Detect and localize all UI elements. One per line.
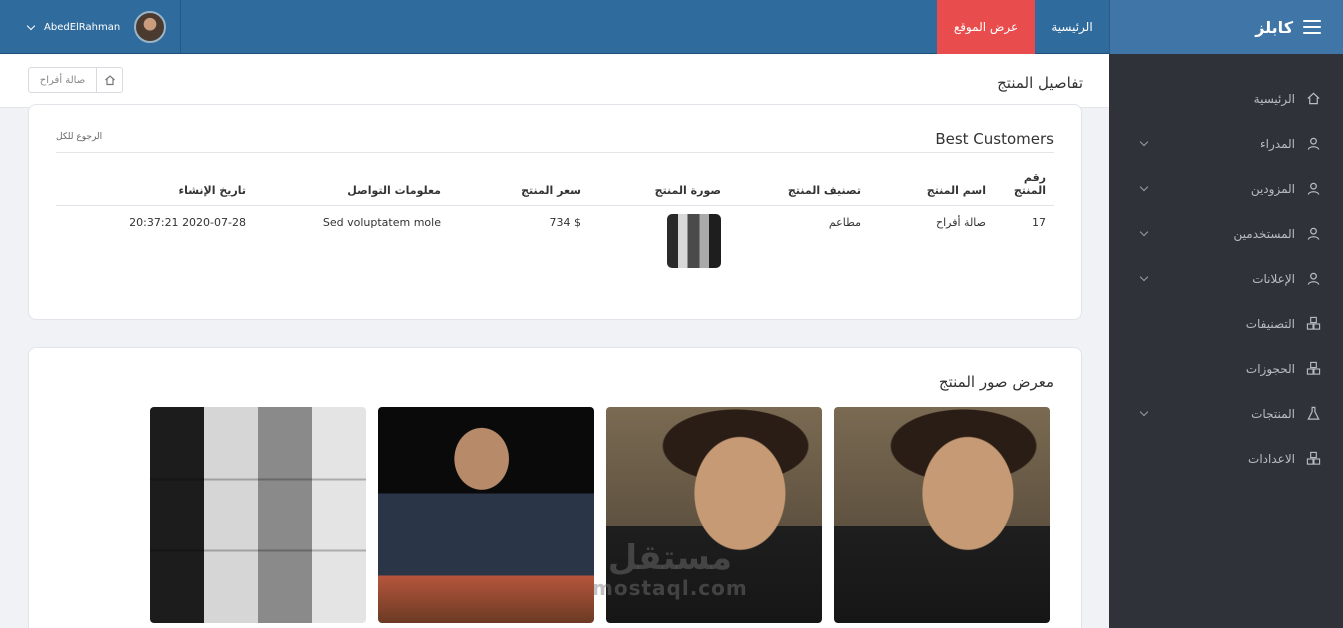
sidebar-item-label: الإعلانات — [1252, 271, 1295, 286]
cell-price: $ 734 — [549, 215, 582, 229]
sidebar-item[interactable]: المستخدمين — [1109, 211, 1343, 256]
gallery-image[interactable] — [834, 407, 1050, 623]
gallery-image[interactable] — [150, 407, 366, 623]
page-title: تفاصيل المنتج — [997, 74, 1083, 92]
sidebar-item[interactable]: الحجوزات — [1109, 346, 1343, 391]
watermark: مستقل mostaql.com — [592, 540, 748, 600]
table-header-row: رقم المنتج اسم المنتج تصنيف المنتج صورة … — [56, 163, 1054, 206]
sidebar: الرئيسية المدراء المزودين المستخدمين الإعلان… — [1109, 54, 1343, 628]
chevron-down-icon — [1139, 137, 1149, 147]
top-navbar: AbedElRahman عرض الموقع الرئيسية — [0, 0, 1109, 54]
page-header: صالة أفراح تفاصيل المنتج — [0, 54, 1109, 108]
view-site-button[interactable]: عرض الموقع — [937, 0, 1035, 54]
sidebar-item[interactable]: المزودين — [1109, 166, 1343, 211]
chevron-down-icon — [1139, 272, 1149, 282]
nav-home-link[interactable]: الرئيسية — [1035, 0, 1109, 54]
brand-bar: كابلز — [1109, 0, 1343, 54]
col-header-price: سعر المنتج — [449, 163, 589, 206]
card-title: Best Customers — [935, 130, 1054, 148]
breadcrumb: صالة أفراح — [28, 67, 123, 93]
breadcrumb-current[interactable]: صالة أفراح — [29, 68, 96, 92]
sidebar-item[interactable]: الرئيسية — [1109, 76, 1343, 121]
avatar — [134, 11, 167, 43]
sidebar-item-label: المدراء — [1260, 136, 1295, 151]
home-icon — [1305, 91, 1321, 107]
flask-icon — [1305, 406, 1321, 422]
cell-category: مطاعم — [828, 215, 861, 229]
cell-id: 17 — [1032, 215, 1046, 229]
user-menu[interactable]: AbedElRahman — [0, 0, 181, 54]
col-header-contact: معلومات التواصل — [254, 163, 449, 206]
back-to-all-link[interactable]: الرجوع للكل — [56, 132, 102, 142]
product-gallery-card: معرض صور المنتج — [28, 347, 1082, 628]
sidebar-item[interactable]: المنتجات — [1109, 391, 1343, 436]
chevron-down-icon — [1139, 182, 1149, 192]
col-header-id: رقم المنتج — [994, 163, 1054, 206]
cell-created: 2020-07-28 20:37:21 — [129, 215, 246, 229]
watermark-latin: mostaql.com — [592, 576, 748, 600]
sidebar-item-label: المزودين — [1250, 181, 1295, 196]
user-icon — [1305, 181, 1321, 197]
cell-image — [589, 205, 729, 281]
col-header-name: اسم المنتج — [869, 163, 994, 206]
sidebar-item[interactable]: الاعدادات — [1109, 436, 1343, 481]
sidebar-item[interactable]: المدراء — [1109, 121, 1343, 166]
sidebar-item-label: الحجوزات — [1245, 361, 1295, 376]
sidebar-item-label: الرئيسية — [1253, 91, 1295, 106]
sidebar-item-label: المنتجات — [1251, 406, 1295, 421]
brand-name: كابلز — [1255, 17, 1293, 37]
product-table: رقم المنتج اسم المنتج تصنيف المنتج صورة … — [56, 163, 1054, 281]
product-thumbnail[interactable] — [667, 213, 721, 268]
cubes-icon — [1305, 451, 1321, 467]
table-row: 17 صالة أفراح مطاعم $ 734 Sed voluptatem… — [56, 205, 1054, 281]
chevron-down-icon — [1139, 227, 1149, 237]
col-header-image: صورة المنتج — [589, 163, 729, 206]
chevron-down-icon — [1139, 407, 1149, 417]
cell-name: صالة أفراح — [936, 215, 986, 229]
cell-contact: Sed voluptatem mole — [322, 215, 441, 229]
gallery-image[interactable] — [378, 407, 594, 623]
chevron-down-icon — [26, 21, 36, 30]
user-icon — [1305, 136, 1321, 152]
sidebar-item-label: المستخدمين — [1233, 226, 1295, 241]
sidebar-item-label: الاعدادات — [1248, 451, 1295, 466]
cubes-icon — [1305, 361, 1321, 377]
cubes-icon — [1305, 316, 1321, 332]
user-icon — [1305, 271, 1321, 287]
user-name: AbedElRahman — [44, 21, 121, 33]
gallery-title: معرض صور المنتج — [938, 373, 1054, 391]
user-icon — [1305, 226, 1321, 242]
col-header-category: تصنيف المنتج — [729, 163, 869, 206]
product-details-card: Best Customers الرجوع للكل رقم المنتج اس… — [28, 104, 1082, 320]
breadcrumb-home-icon[interactable] — [96, 68, 122, 92]
sidebar-item-label: التصنيفات — [1245, 316, 1295, 331]
hamburger-menu-icon[interactable] — [1303, 20, 1321, 34]
watermark-arabic: مستقل — [607, 538, 733, 578]
col-header-created: تاريخ الإنشاء — [56, 163, 254, 206]
divider — [56, 152, 1054, 153]
sidebar-item[interactable]: التصنيفات — [1109, 301, 1343, 346]
sidebar-item[interactable]: الإعلانات — [1109, 256, 1343, 301]
